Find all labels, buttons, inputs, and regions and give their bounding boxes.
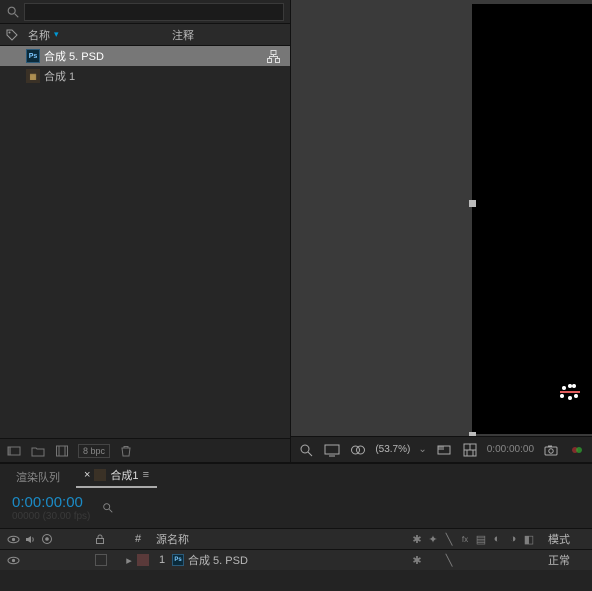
motion-blur-switch-icon[interactable]: ◐ (490, 532, 504, 546)
timeline-panel: 渲染队列 × 合成1 ≡ 0:00:00:00 00000 (30.00 fps… (0, 462, 592, 591)
mask-icon[interactable] (349, 442, 367, 458)
viewer-timecode[interactable]: 0:00:00:00 (487, 444, 534, 455)
project-item-label: 合成 1 (44, 68, 75, 84)
layer-lock-checkbox[interactable] (95, 554, 107, 566)
project-item[interactable]: ▦ 合成 1 (0, 66, 290, 86)
name-column-header[interactable]: 名称 ▾ (24, 27, 164, 43)
comment-column-header[interactable]: 注释 (164, 27, 194, 43)
timeline-search-input[interactable] (118, 501, 178, 515)
project-panel-footer: 8 bpc (0, 438, 290, 462)
composition-canvas[interactable] (472, 4, 592, 434)
psd-file-icon: Ps (26, 49, 40, 63)
tab-render-queue[interactable]: 渲染队列 (8, 466, 68, 488)
search-icon (102, 502, 114, 514)
transform-handle[interactable] (469, 200, 476, 207)
flowchart-icon[interactable] (266, 49, 280, 63)
layer-index: 1 (152, 554, 172, 566)
frame-blend-switch-icon[interactable]: ▤ (474, 532, 488, 546)
3d-switch-icon[interactable]: ◧ (522, 532, 536, 546)
layer-expand-chevron[interactable]: ▸ (124, 554, 134, 567)
timeline-search (102, 501, 178, 515)
viewer-zoom[interactable]: (53.7%) (375, 444, 410, 455)
source-name-header[interactable]: 源名称 (152, 531, 302, 547)
mode-column-header[interactable]: 模式 (542, 531, 592, 547)
fx-switch-icon[interactable]: fx (458, 532, 472, 546)
search-icon (6, 5, 20, 19)
layer-row[interactable]: ▸ 1 Ps 合成 5. PSD ✱ ╲ 正常 (0, 550, 592, 570)
composition-viewer: (53.7%) ⌄ 0:00:00:00 (291, 0, 592, 462)
tab-menu-icon[interactable]: ≡ (143, 469, 149, 481)
project-panel: 名称 ▾ 注释 Ps 合成 5. PSD ▦ 合成 1 (0, 0, 291, 462)
transparency-grid-icon[interactable] (461, 442, 479, 458)
viewer-canvas[interactable] (291, 0, 592, 436)
project-item[interactable]: Ps 合成 5. PSD (0, 46, 290, 66)
color-depth-button[interactable]: 8 bpc (78, 444, 110, 458)
layer-source-name: 合成 5. PSD (184, 552, 324, 568)
name-column-label: 名称 (28, 27, 50, 43)
timeline-tabs: 渲染队列 × 合成1 ≡ (0, 464, 592, 488)
new-composition-icon[interactable] (54, 443, 70, 459)
psd-file-icon: Ps (172, 554, 184, 566)
channel-icon[interactable] (568, 442, 586, 458)
layer-number-label: # (135, 533, 141, 545)
audio-column-icon[interactable] (23, 532, 37, 546)
layer-column-header: # 源名称 ✱ ✦ ╲ fx ▤ ◐ ◑ ◧ 模式 (0, 528, 592, 550)
layer-shy-switch[interactable]: ✱ (410, 553, 424, 567)
layer-blend-mode-label: 正常 (548, 555, 570, 567)
shy-switch-icon[interactable]: ✱ (410, 532, 424, 546)
new-folder-icon[interactable] (30, 443, 46, 459)
layer-quality-switch[interactable]: ╲ (442, 553, 456, 567)
tab-composition[interactable]: × 合成1 ≡ (76, 464, 157, 488)
composition-icon (94, 469, 106, 481)
adjustment-switch-icon[interactable]: ◑ (506, 532, 520, 546)
lock-column-icon[interactable] (93, 532, 107, 546)
tab-composition-label: 合成1 (110, 467, 138, 483)
project-items-list[interactable]: Ps 合成 5. PSD ▦ 合成 1 (0, 46, 290, 438)
quality-switch-icon[interactable]: ╲ (442, 532, 456, 546)
sort-chevron-icon: ▾ (54, 29, 59, 40)
delete-icon[interactable] (118, 443, 134, 459)
display-icon[interactable] (323, 442, 341, 458)
resolution-icon[interactable] (435, 442, 453, 458)
layer-number-header[interactable]: # (124, 533, 152, 545)
magnify-icon[interactable] (297, 442, 315, 458)
comment-column-label: 注释 (172, 30, 194, 42)
project-search (0, 0, 290, 24)
timeline-header: 0:00:00:00 00000 (30.00 fps) (0, 488, 592, 528)
viewer-footer: (53.7%) ⌄ 0:00:00:00 (291, 436, 592, 462)
source-name-label: 源名称 (156, 534, 189, 546)
project-search-input[interactable] (24, 3, 284, 21)
snapshot-icon[interactable] (542, 442, 560, 458)
layer-visibility-toggle[interactable] (6, 553, 20, 567)
interpret-footage-icon[interactable] (6, 443, 22, 459)
project-column-header: 名称 ▾ 注释 (0, 24, 290, 46)
composition-icon: ▦ (26, 69, 40, 83)
collapse-switch-icon[interactable]: ✦ (426, 532, 440, 546)
mode-column-label: 模式 (548, 534, 570, 546)
current-time-display[interactable]: 0:00:00:00 (12, 494, 90, 511)
project-item-label: 合成 5. PSD (44, 48, 104, 64)
frame-rate-display: 00000 (30.00 fps) (12, 511, 90, 522)
transform-handle[interactable] (469, 432, 476, 436)
solo-column-icon[interactable] (40, 532, 54, 546)
layer-color-swatch[interactable] (137, 554, 149, 566)
tag-column-icon[interactable] (0, 29, 24, 41)
eye-column-icon[interactable] (6, 532, 20, 546)
layer-blend-mode[interactable]: 正常 (542, 552, 592, 568)
